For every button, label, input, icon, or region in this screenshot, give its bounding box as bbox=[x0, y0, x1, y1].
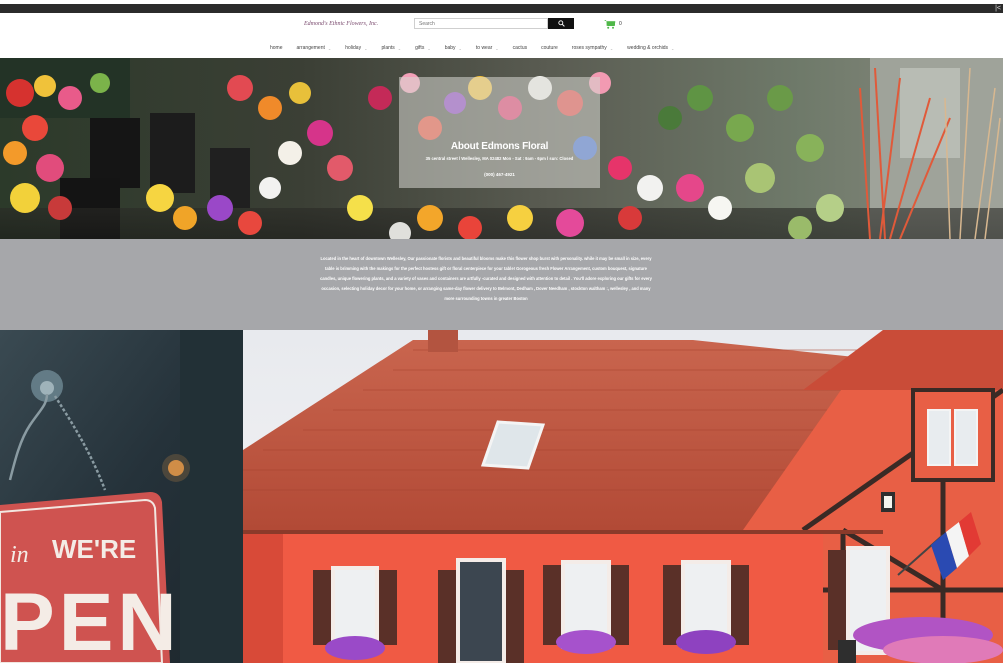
sign-open-text: PEN bbox=[0, 577, 181, 663]
store-phone-link[interactable]: (000) 467-4921 bbox=[399, 172, 600, 177]
chevron-down-icon: ⌄ bbox=[671, 45, 675, 51]
chevron-down-icon: ⌄ bbox=[397, 45, 402, 51]
chevron-down-icon: ⌄ bbox=[427, 45, 431, 51]
main-nav: home arrangement ⌄ holiday ⌄ plants ⌄ gi… bbox=[270, 43, 674, 53]
chevron-down-icon: ⌄ bbox=[364, 45, 368, 51]
nav-item-roses-sympathy[interactable]: roses sympathy ⌄ bbox=[572, 43, 613, 53]
nav-item-label: to wear bbox=[475, 45, 493, 51]
brand-logo[interactable]: Edmond's Ethnic Flowers, Inc. bbox=[302, 18, 378, 30]
cart-button[interactable]: 0 bbox=[604, 18, 622, 30]
nav-item-arrangement[interactable]: arrangement ⌄ bbox=[297, 43, 332, 53]
site-header: Edmond's Ethnic Flowers, Inc. 0 home arr… bbox=[0, 13, 1003, 58]
sign-script-text: in bbox=[10, 542, 29, 568]
about-text: Located in the heart of downtown Wellesl… bbox=[320, 256, 652, 301]
nav-item-label: home bbox=[270, 45, 283, 51]
open-sign-image: in WE'RE PEN bbox=[0, 330, 243, 663]
nav-item-home[interactable]: home bbox=[270, 43, 283, 53]
chevron-down-icon: ⌄ bbox=[327, 45, 332, 51]
nav-item-gifts[interactable]: gifts ⌄ bbox=[415, 43, 431, 53]
nav-item-label: couture bbox=[541, 45, 558, 51]
nav-item-label: cactus bbox=[512, 45, 528, 51]
nav-item-label: holiday bbox=[345, 45, 362, 51]
search-input[interactable] bbox=[414, 18, 548, 29]
storefront-building-image bbox=[243, 330, 1003, 663]
nav-item-label: arrangement bbox=[296, 45, 325, 51]
cart-count: 0 bbox=[619, 21, 622, 27]
chevron-down-icon: ⌄ bbox=[609, 45, 614, 51]
nav-item-to-wear[interactable]: to wear ⌄ bbox=[476, 43, 499, 53]
top-bar-strip bbox=[0, 4, 1003, 13]
nav-item-baby[interactable]: baby ⌄ bbox=[445, 43, 462, 53]
nav-item-wedding-orchids[interactable]: wedding & orchids ⌄ bbox=[627, 43, 674, 53]
store-address-hours: 35 central street l Wellesley, MA 02482 … bbox=[425, 156, 574, 161]
open-sign-photo: in WE'RE PEN bbox=[0, 330, 243, 663]
page-title: About Edmons Floral bbox=[450, 141, 549, 152]
nav-item-label: gifts bbox=[415, 45, 425, 51]
nav-item-plants[interactable]: plants ⌄ bbox=[381, 43, 401, 53]
chevron-down-icon: ⌄ bbox=[495, 45, 499, 51]
brand-name: Edmond's Ethnic Flowers, Inc. bbox=[304, 21, 379, 27]
nav-item-label: plants bbox=[381, 45, 395, 51]
top-bar: |< bbox=[0, 0, 1003, 13]
about-section: Located in the heart of downtown Wellesl… bbox=[0, 239, 1003, 330]
nav-item-cactus[interactable]: cactus bbox=[513, 43, 527, 53]
top-bar-corner-label[interactable]: |< bbox=[995, 4, 1001, 13]
nav-item-label: baby bbox=[444, 45, 456, 51]
nav-item-label: wedding & orchids bbox=[627, 45, 669, 51]
nav-item-couture[interactable]: couture bbox=[541, 43, 558, 53]
nav-item-label: roses sympathy bbox=[571, 45, 607, 51]
nav-item-holiday[interactable]: holiday ⌄ bbox=[345, 43, 367, 53]
storefront-building-photo bbox=[243, 330, 1003, 663]
sign-were-text: WE'RE bbox=[52, 534, 136, 564]
search-button[interactable] bbox=[548, 18, 574, 29]
search-icon bbox=[557, 20, 565, 27]
chevron-down-icon: ⌄ bbox=[458, 45, 462, 51]
shopping-cart-icon bbox=[604, 20, 616, 29]
